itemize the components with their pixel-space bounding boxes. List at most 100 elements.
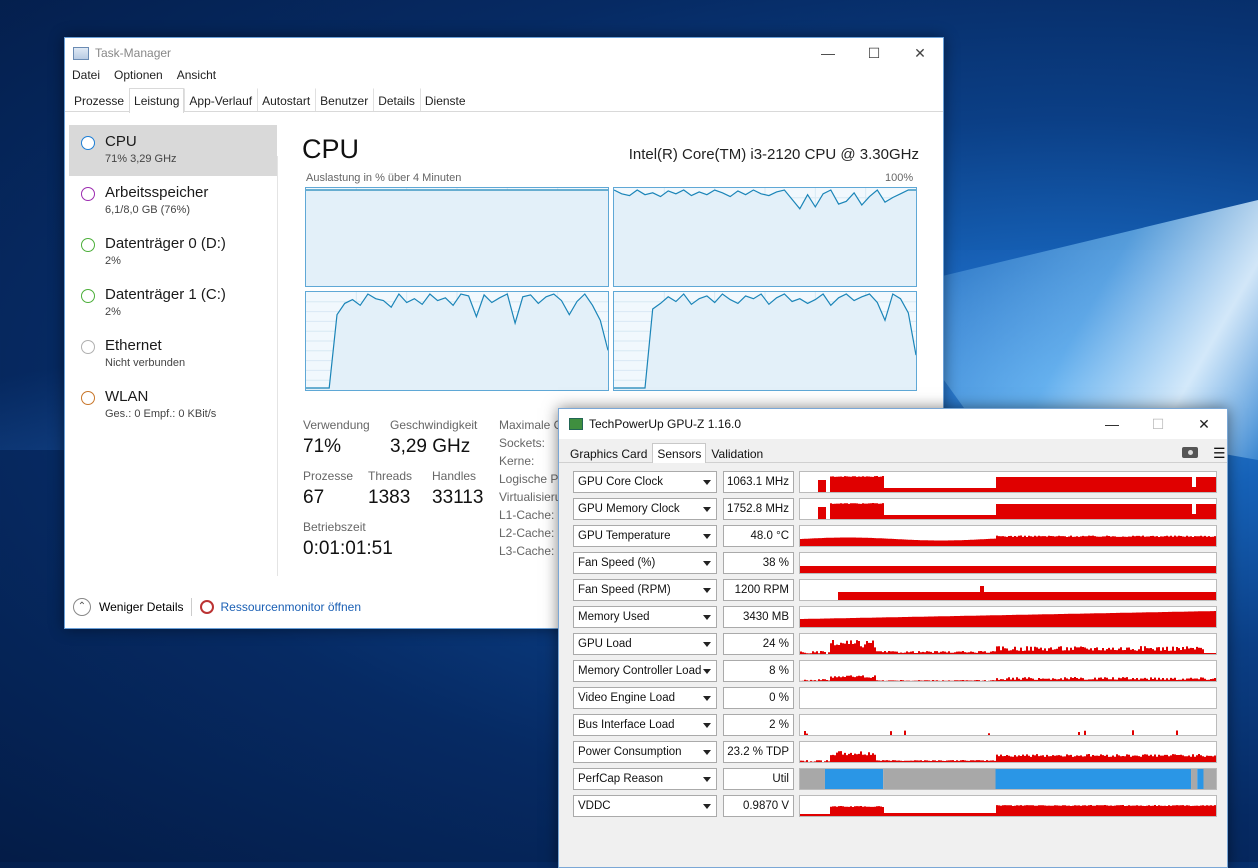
tab-details[interactable]: Details [373,88,420,111]
chevron-down-icon [703,669,711,674]
sensor-graph [799,687,1217,709]
gpuz-close-button[interactable]: ✕ [1181,409,1227,439]
sensor-name: Memory Used [578,611,650,623]
tab-graphics-card[interactable]: Graphics Card [565,443,652,462]
geschwindigkeit-value: 3,29 GHz [390,436,471,457]
sensor-graph-svg [800,640,1216,654]
camera-icon[interactable] [1182,447,1198,458]
sensor-graph [799,579,1217,601]
sensor-name-dropdown[interactable]: GPU Core Clock [573,471,717,493]
kerne-label: Kerne: [499,454,535,468]
sidebar-item-ethernet[interactable]: Ethernet Nicht verbunden [69,329,277,380]
sensor-name-dropdown[interactable]: Power Consumption [573,741,717,763]
sensor-graph-svg [800,566,1216,573]
title-bar[interactable]: Task-Manager — ☐ ✕ [65,38,943,68]
sensor-name-dropdown[interactable]: Fan Speed (RPM) [573,579,717,601]
sidebar-item-disk-1[interactable]: Datenträger 1 (C:) 2% [69,278,277,329]
sensor-name: Memory Controller Load [578,665,702,677]
perfcap-segment [1203,769,1216,789]
cpu-indicator-icon [81,136,95,150]
sensor-name-dropdown[interactable]: Bus Interface Load [573,714,717,736]
gpuz-minimize-button[interactable]: — [1089,409,1135,439]
cpu-core-graphs [305,187,918,391]
sensor-name-dropdown[interactable]: PerfCap Reason [573,768,717,790]
sensor-name-dropdown[interactable]: GPU Memory Clock [573,498,717,520]
gpuz-window-title: TechPowerUp GPU-Z 1.16.0 [589,417,742,431]
sensor-row: PerfCap Reason Util [573,768,1219,790]
menu-datei[interactable]: Datei [72,68,100,88]
sidebar-item-wlan[interactable]: WLAN Ges.: 0 Empf.: 0 KBit/s [69,380,277,431]
sensor-name-dropdown[interactable]: Fan Speed (%) [573,552,717,574]
menu-bar: Datei Optionen Ansicht [65,68,943,88]
sidebar-item-arbeitsspeicher[interactable]: Arbeitsspeicher 6,1/8,0 GB (76%) [69,176,277,227]
menu-ansicht[interactable]: Ansicht [177,68,216,88]
minimize-button[interactable]: — [805,38,851,68]
gpuz-title-bar[interactable]: TechPowerUp GPU-Z 1.16.0 — ☐ ✕ [559,409,1227,439]
core-usage-area [306,294,608,390]
bottom-separator [191,597,193,616]
chevron-up-icon[interactable]: ⌃ [73,597,91,616]
core-graph-1 [613,187,917,287]
tab-dienste[interactable]: Dienste [419,88,471,111]
sensor-row: VDDC 0.9870 V [573,795,1219,817]
sensor-name-dropdown[interactable]: VDDC [573,795,717,817]
sensor-graph-svg [800,611,1216,627]
sidebar-item-sub: 2% [105,255,121,267]
threads-value: 1383 [368,487,411,508]
tab-sensors[interactable]: Sensors [652,443,707,463]
menu-icon[interactable]: ☰ [1208,443,1226,460]
sensor-value: 0.9870 V [723,795,794,817]
sensor-name: GPU Core Clock [578,476,663,488]
maximize-button[interactable]: ☐ [851,38,897,68]
tab-app-verlauf[interactable]: App-Verlauf [184,88,257,111]
sensor-graph [799,498,1217,520]
tab-validation[interactable]: Validation [706,443,768,462]
handles-value: 33113 [432,487,484,508]
sensor-value: 8 % [723,660,794,682]
tab-prozesse[interactable]: Prozesse [69,88,129,111]
sensor-graph-svg [800,535,1216,546]
sidebar-item-cpu[interactable]: CPU 71% 3,29 GHz [69,125,277,176]
sensor-name-dropdown[interactable]: Video Engine Load [573,687,717,709]
verwendung-label: Verwendung [303,418,370,432]
sensor-row: GPU Core Clock 1063.1 MHz [573,471,1219,493]
graph-max-label: 100% [885,172,914,184]
sensor-graph-fill [800,566,1216,573]
wlan-indicator-icon [81,391,95,405]
sidebar-item-disk-0[interactable]: Datenträger 0 (D:) 2% [69,227,277,278]
sensor-name-dropdown[interactable]: GPU Load [573,633,717,655]
sensor-graph-svg [800,586,1216,600]
task-manager-icon [73,46,89,60]
l2-cache-label: L2-Cache: [499,526,555,540]
resource-monitor-link[interactable]: Ressourcenmonitor öffnen [220,600,361,614]
less-details-button[interactable]: Weniger Details [99,600,183,614]
sensor-value: 24 % [723,633,794,655]
sensor-row: Power Consumption 23.2 % TDP [573,741,1219,763]
sensor-name: VDDC [578,800,611,812]
core-graph-svg [614,292,916,390]
sensor-name-dropdown[interactable]: GPU Temperature [573,525,717,547]
disk-indicator-icon [81,238,95,252]
tab-benutzer[interactable]: Benutzer [315,88,373,111]
sensor-graph-svg [800,688,1216,708]
max-speed-label: Maximale G [499,418,564,432]
sensor-graph-fill [800,503,1216,519]
sensor-name-dropdown[interactable]: Memory Used [573,606,717,628]
sensor-name-dropdown[interactable]: Memory Controller Load [573,660,717,682]
sensor-graph-fill [800,805,1216,816]
verwendung-value: 71% [303,436,342,457]
sensor-row: GPU Load 24 % [573,633,1219,655]
menu-optionen[interactable]: Optionen [114,68,163,88]
chevron-down-icon [703,804,711,809]
sensor-graph [799,795,1217,817]
sensor-row: Fan Speed (RPM) 1200 RPM [573,579,1219,601]
sensor-row: Fan Speed (%) 38 % [573,552,1219,574]
perfcap-segment [824,769,884,789]
close-button[interactable]: ✕ [897,38,943,68]
tab-autostart[interactable]: Autostart [257,88,315,111]
chevron-down-icon [703,480,711,485]
tab-leistung[interactable]: Leistung [129,88,185,113]
gpuz-maximize-button[interactable]: ☐ [1135,409,1181,439]
sensor-row: GPU Temperature 48.0 °C [573,525,1219,547]
sensor-value: 3430 MB [723,606,794,628]
